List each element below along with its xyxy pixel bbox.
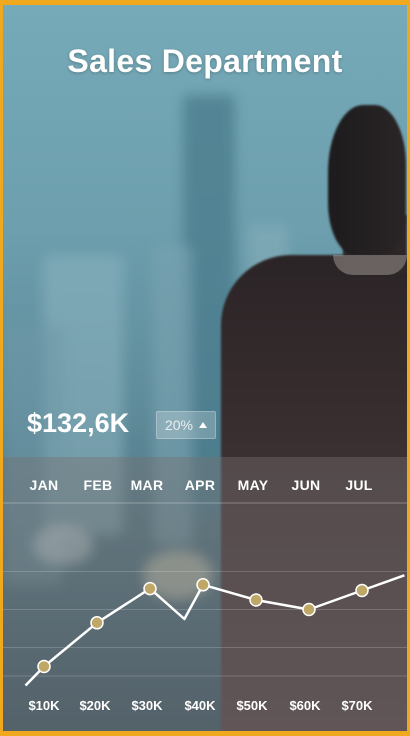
value-label: $20K	[79, 698, 111, 713]
data-point[interactable]	[302, 602, 316, 617]
sales-chart: JAN FEB MAR APR MAY JUN JUL $10K $20K $3…	[3, 457, 407, 731]
data-point[interactable]	[90, 616, 104, 630]
businessman-collar	[333, 255, 407, 275]
businessman-neck	[343, 215, 407, 275]
data-point[interactable]	[249, 593, 263, 607]
data-point[interactable]	[355, 583, 369, 598]
page-title: Sales Department	[67, 43, 343, 79]
series-line	[24, 574, 405, 687]
value-label: $10K	[28, 698, 60, 713]
data-point[interactable]	[37, 659, 51, 674]
value-label: $30K	[131, 698, 163, 713]
businessman-head	[328, 105, 406, 255]
change-badge[interactable]: 20%	[156, 411, 216, 439]
app-screen: Sales Department $132,6K 20% JAN FEB MAR…	[3, 5, 407, 731]
arrow-up-icon	[199, 422, 208, 428]
value-label: $60K	[289, 698, 321, 713]
value-label: $40K	[184, 698, 216, 713]
data-point[interactable]	[196, 578, 210, 592]
value-label: $70K	[341, 698, 373, 713]
value-label: $50K	[236, 698, 268, 713]
value-axis: $10K $20K $30K $40K $50K $60K $70K	[3, 698, 407, 718]
sales-total: $132,6K	[27, 408, 130, 438]
data-point[interactable]	[143, 581, 157, 596]
change-value: 20%	[164, 417, 194, 433]
chart-plot	[3, 502, 407, 687]
